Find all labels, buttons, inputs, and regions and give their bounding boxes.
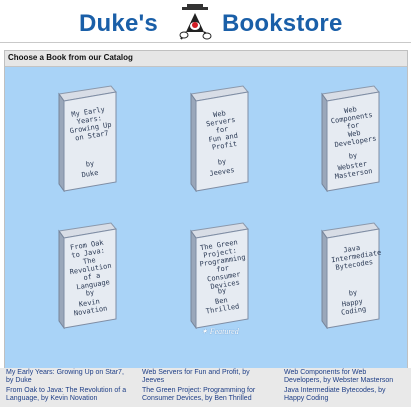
book-link-line: The Green Project: Programming for [142,387,256,394]
book-cover-web-components[interactable]: Web Components for Web Developers by Web… [312,84,388,192]
book-title: From Oak to Java: The Revolution of a La… [65,238,116,292]
book-link-web-servers[interactable]: Web Servers for Fun and Profit, by Jeeve… [142,369,250,385]
header-divider [0,42,411,43]
book-link-line: by Duke [6,377,32,384]
book-link-line: Consumer Devices, by Ben Thrilled [142,395,252,402]
book-title: My Early Years: Growing Up on Star7 [66,105,114,143]
book-cover-my-early-years[interactable]: My Early Years: Growing Up on Star7 by D… [49,84,125,192]
book-cover-from-oak-to-java[interactable]: From Oak to Java: The Revolution of a La… [49,221,125,329]
book-cover-web-servers[interactable]: Web Servers for Fun and Profit by Jeeves [181,84,257,192]
book-link-the-green-project[interactable]: The Green Project: Programming for Consu… [142,387,255,403]
book-link-java-intermediate-bytecodes[interactable]: Java Intermediate Bytecodes, by Happy Co… [284,387,386,403]
book-link-my-early-years[interactable]: My Early Years: Growing Up on Star7, by … [6,369,124,385]
store-title-left: Duke's [79,10,158,37]
catalog-panel: Choose a Book from our Catalog My Early … [4,50,408,403]
featured-badge: ✶ Featured [201,327,239,336]
store-title-right: Bookstore [222,10,343,37]
catalog-heading: Choose a Book from our Catalog [8,53,133,62]
book-link-line: Happy Coding [284,395,329,402]
catalog-heading-bar: Choose a Book from our Catalog [5,51,407,67]
book-link-line: Jeeves [142,377,165,384]
book-title: Web Servers for Fun and Profit [197,107,247,153]
book-link-line: Java Intermediate Bytecodes, by [284,387,386,394]
duke-mascot-icon [179,4,212,40]
featured-label: Featured [209,327,239,336]
book-link-from-oak-to-java[interactable]: From Oak to Java: The Revolution of a La… [6,387,126,403]
book-links-panel: My Early Years: Growing Up on Star7, by … [0,368,411,407]
page-header: Duke's Bookstore [0,0,411,44]
book-link-line: My Early Years: Growing Up on Star7, [6,369,124,376]
book-link-line: From Oak to Java: The Revolution of a [6,387,127,394]
book-link-line: Language, by Kevin Novation [6,395,98,402]
book-link-line: Web Components for Web [284,369,367,376]
book-link-line: Web Servers for Fun and Profit, by [142,369,250,376]
book-cover-java-intermediate-bytecodes[interactable]: Java Intermediate Bytecodes by Happy Cod… [312,221,388,329]
book-link-web-components[interactable]: Web Components for Web Developers, by We… [284,369,393,385]
book-link-line: Developers, by Webster Masterson [284,377,394,384]
book-title: Web Components for Web Developers [328,103,378,149]
book-cover-the-green-project[interactable]: The Green Project: Programming for Consu… [181,221,257,329]
star-icon: ✶ [201,327,208,336]
